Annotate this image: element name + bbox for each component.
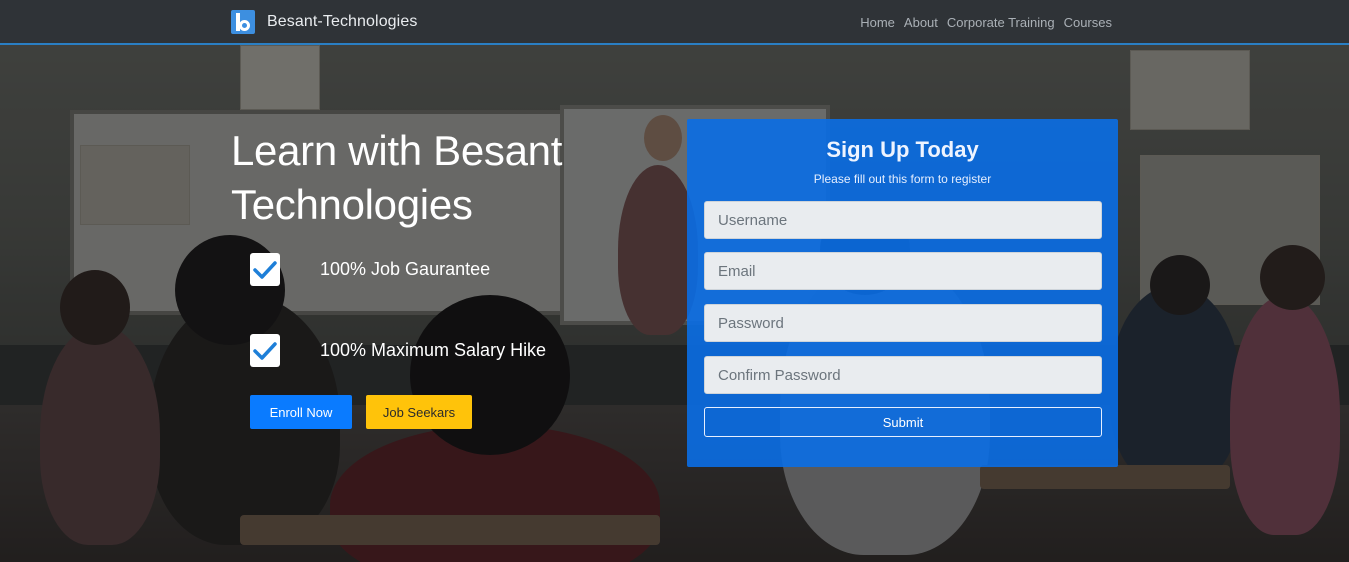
username-field[interactable]	[704, 201, 1102, 239]
submit-button[interactable]: Submit	[704, 407, 1102, 437]
enroll-now-button[interactable]: Enroll Now	[250, 395, 352, 429]
nav-item-home[interactable]: Home	[860, 15, 895, 30]
b-logo-icon	[231, 10, 255, 34]
headline-light-text: Learn with	[231, 127, 434, 174]
feature-item: 100% Job Gaurantee	[250, 253, 490, 286]
brand-link[interactable]: Besant-Technologies	[231, 9, 417, 35]
nav-menu: Home About Corporate Training Courses	[860, 14, 1112, 32]
job-seekers-button[interactable]: Job Seekars	[366, 395, 472, 429]
feature-label: 100% Maximum Salary Hike	[320, 340, 547, 360]
checkmark-icon	[250, 334, 280, 367]
confirm-password-field[interactable]	[704, 356, 1102, 394]
navbar: Besant-Technologies Home About Corporate…	[0, 0, 1349, 45]
signup-title: Sign Up Today	[826, 137, 979, 162]
feature-item: 100% Maximum Salary Hike	[250, 334, 546, 367]
checkmark-icon	[250, 253, 280, 286]
feature-label: 100% Job Gaurantee	[320, 259, 491, 279]
nav-item-corporate-training[interactable]: Corporate Training	[947, 15, 1055, 30]
password-field[interactable]	[704, 304, 1102, 342]
hero-section	[0, 45, 1349, 562]
classroom-background-image	[0, 45, 1349, 562]
signup-form: Sign Up Today Please fill out this form …	[687, 119, 1118, 467]
signup-subtitle: Please fill out this form to register	[813, 172, 992, 186]
nav-item-courses[interactable]: Courses	[1064, 15, 1112, 30]
hero-headline: Learn with Besant Technologies	[231, 124, 651, 232]
nav-item-about[interactable]: About	[904, 15, 938, 30]
brand-name: Besant-Technologies	[267, 13, 418, 30]
email-field[interactable]	[704, 252, 1102, 290]
